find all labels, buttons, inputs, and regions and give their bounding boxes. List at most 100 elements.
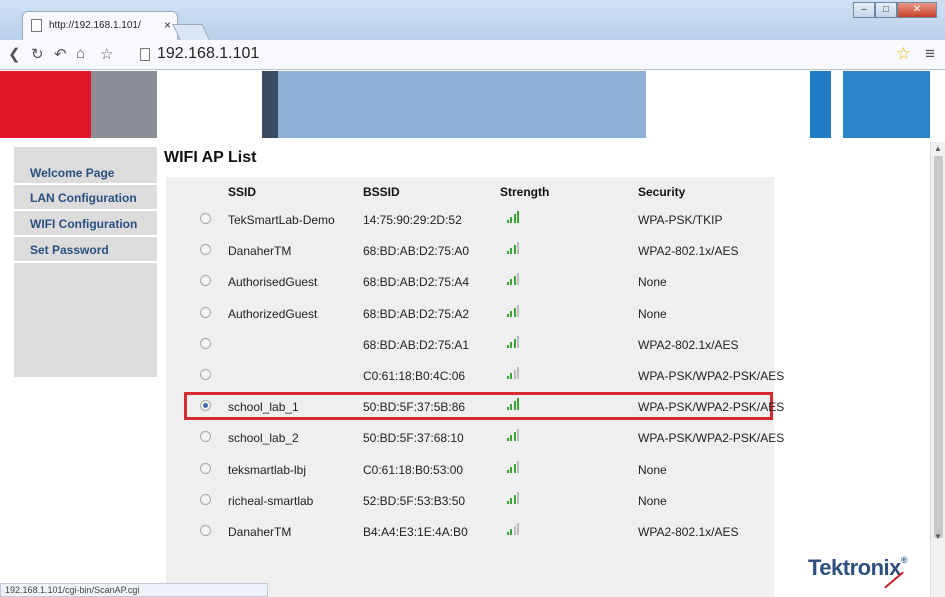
- select-radio[interactable]: [200, 525, 211, 536]
- column-header-security: Security: [638, 185, 686, 199]
- back-icon[interactable]: ❮: [8, 45, 21, 63]
- bssid-cell: 50:BD:5F:37:5B:86: [363, 400, 466, 415]
- bssid-cell: 68:BD:AB:D2:75:A4: [363, 275, 470, 290]
- table-row[interactable]: DanaherTM 68:BD:AB:D2:75:A0 WPA2-802.1x/AE…: [166, 234, 774, 266]
- select-radio[interactable]: [200, 244, 211, 256]
- bssid-cell: 68:BD:AB:D2:75:A1: [363, 337, 470, 352]
- security-cell: WPA-PSK/WPA2-PSK/AES: [638, 369, 785, 383]
- page-scrollbar[interactable]: ▲ ▼: [930, 142, 945, 597]
- scroll-down-icon[interactable]: ▼: [934, 532, 942, 541]
- security-cell: WPA-PSK/WPA2-PSK/AES: [638, 400, 785, 415]
- select-radio[interactable]: [200, 369, 211, 380]
- status-bar: 192.168.1.101/cgi-bin/ScanAP.cgi: [0, 583, 268, 597]
- table-row[interactable]: school_lab_2 50:BD:5F:37:68:10 WPA-PSK/WPA…: [166, 421, 784, 453]
- bssid-cell: 68:BD:AB:D2:75:A2: [363, 306, 470, 321]
- ssid-cell: AuthorizedGuest: [228, 306, 318, 321]
- column-header-strength: Strength: [500, 185, 550, 199]
- title-bar: http://192.168.1.101/ × – □ ✕: [0, 0, 945, 40]
- ssid-cell: school_lab_2: [228, 431, 299, 446]
- star-icon[interactable]: ☆: [896, 44, 911, 64]
- signal-strength-icon: [507, 491, 521, 504]
- select-radio[interactable]: [200, 431, 211, 443]
- table-row[interactable]: richeal-smartlab 52:BD:5F:53:B3:50 None: [166, 484, 774, 516]
- sidebar-item-set-password[interactable]: Set Password: [14, 237, 157, 263]
- page-title: WIFI AP List: [164, 149, 257, 166]
- window-controls: – □ ✕: [853, 2, 937, 18]
- tab-title: http://192.168.1.101/: [49, 20, 141, 31]
- ssid-cell: teksmartlab-lbj: [228, 462, 307, 477]
- bssid-cell: 68:BD:AB:D2:75:A0: [363, 244, 470, 259]
- close-window-button[interactable]: ✕: [897, 2, 937, 18]
- scroll-up-icon[interactable]: ▲: [934, 144, 942, 153]
- security-cell: None: [638, 462, 667, 477]
- signal-strength-icon: [507, 211, 521, 223]
- table-row[interactable]: AuthorisedGuest 68:BD:AB:D2:75:A4 None: [166, 265, 774, 297]
- bssid-cell: 50:BD:5F:37:68:10: [363, 431, 464, 446]
- signal-strength-icon: [507, 398, 521, 411]
- tektronix-logo: Tektronix®: [808, 555, 908, 580]
- select-radio[interactable]: [200, 306, 211, 318]
- home-icon[interactable]: ⌂: [76, 45, 85, 62]
- table-row[interactable]: teksmartlab-lbj C0:61:18:B0:53:00 None: [166, 453, 774, 485]
- reload-icon[interactable]: ↻: [31, 45, 44, 63]
- sidebar-item-welcome-page[interactable]: Welcome Page: [14, 147, 157, 185]
- signal-strength-icon: [507, 304, 521, 317]
- page-viewport: Welcome Page LAN Configuration WIFI Conf…: [0, 71, 930, 597]
- sidebar-item-wifi-configuration[interactable]: WIFI Configuration: [14, 211, 157, 237]
- browser-tab[interactable]: http://192.168.1.101/ ×: [22, 11, 178, 40]
- bssid-cell: 14:75:90:29:2D:52: [363, 213, 462, 227]
- bssid-cell: C0:61:18:B0:53:00: [363, 462, 464, 477]
- select-radio[interactable]: [200, 337, 211, 349]
- table-row[interactable]: TekSmartLab-Demo 14:75:90:29:2D:52 WPA-PSK…: [166, 203, 774, 235]
- ssid-cell: richeal-smartlab: [228, 493, 314, 508]
- table-row[interactable]: school_lab_1 50:BD:5F:37:5B:86 WPA-PSK/WPA…: [166, 390, 784, 422]
- bssid-cell: C0:61:18:B0:4C:06: [363, 369, 466, 383]
- header-banner: [0, 71, 930, 138]
- select-radio[interactable]: [200, 493, 211, 505]
- signal-strength-icon: [507, 242, 521, 255]
- page-icon: [31, 19, 42, 32]
- bssid-cell: B4:A4:E3:1E:4A:B0: [363, 525, 468, 539]
- signal-strength-icon: [507, 273, 521, 286]
- browser-toolbar: ❮ ↻ ↶ ⌂ ☆ 192.168.1.101 ☆ ≡: [0, 40, 945, 70]
- ssid-cell: school_lab_1: [228, 400, 299, 415]
- table-row[interactable]: C0:61:18:B0:4C:06 WPA-PSK/WPA2-PSK/AES: [166, 359, 784, 391]
- column-header-bssid: BSSID: [363, 185, 400, 199]
- table-row[interactable]: AuthorizedGuest 68:BD:AB:D2:75:A2 None: [166, 297, 774, 329]
- signal-strength-icon: [507, 367, 521, 379]
- sidebar-nav: Welcome Page LAN Configuration WIFI Conf…: [14, 147, 157, 377]
- signal-strength-icon: [507, 523, 521, 535]
- security-cell: None: [638, 493, 667, 508]
- table-row[interactable]: 68:BD:AB:D2:75:A1 WPA2-802.1x/AES: [166, 328, 774, 360]
- ssid-cell: AuthorisedGuest: [228, 275, 318, 290]
- sidebar-item-lan-configuration[interactable]: LAN Configuration: [14, 185, 157, 211]
- undo-icon[interactable]: ↶: [54, 45, 67, 63]
- ssid-cell: DanaherTM: [228, 244, 292, 259]
- column-header-ssid: SSID: [228, 185, 257, 199]
- security-cell: WPA2-802.1x/AES: [638, 337, 739, 352]
- page-icon: [140, 48, 150, 61]
- signal-strength-icon: [507, 335, 521, 348]
- bssid-cell: 52:BD:5F:53:B3:50: [363, 493, 466, 508]
- security-cell: WPA2-802.1x/AES: [638, 525, 739, 539]
- close-tab-icon[interactable]: ×: [164, 18, 171, 32]
- minimize-button[interactable]: –: [853, 2, 875, 18]
- security-cell: None: [638, 275, 667, 290]
- security-cell: WPA-PSK/WPA2-PSK/AES: [638, 431, 785, 446]
- select-radio[interactable]: [200, 462, 211, 474]
- security-cell: WPA-PSK/TKIP: [638, 213, 723, 227]
- ap-list-table: SSID BSSID Strength Security TekSmartLab…: [166, 177, 784, 597]
- ssid-cell: TekSmartLab-Demo: [228, 213, 335, 227]
- security-cell: WPA2-802.1x/AES: [638, 244, 739, 259]
- menu-icon[interactable]: ≡: [925, 44, 935, 64]
- new-tab-button[interactable]: [172, 24, 210, 40]
- signal-strength-icon: [507, 429, 521, 442]
- table-row[interactable]: DanaherTM B4:A4:E3:1E:4A:B0 WPA2-802.1x/AE…: [166, 515, 774, 547]
- maximize-button[interactable]: □: [875, 2, 897, 18]
- address-bar[interactable]: 192.168.1.101: [157, 45, 259, 63]
- signal-strength-icon: [507, 460, 521, 473]
- scroll-thumb[interactable]: [934, 156, 943, 538]
- select-radio[interactable]: [200, 213, 211, 224]
- bookmark-icon[interactable]: ☆: [100, 45, 113, 63]
- select-radio[interactable]: [200, 275, 211, 287]
